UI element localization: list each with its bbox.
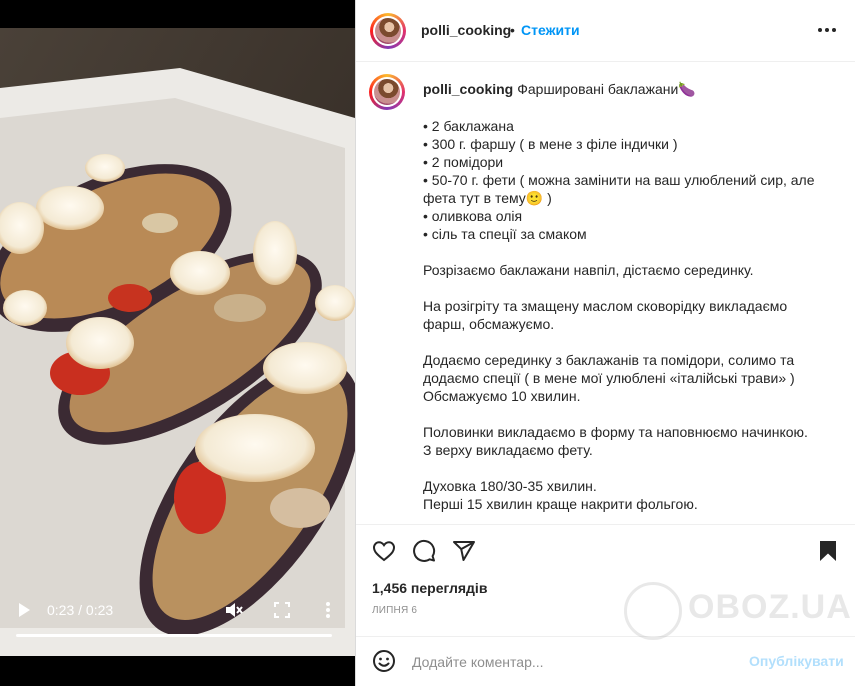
video-player[interactable]: 0:23 / 0:23	[0, 0, 355, 686]
caption-title: Фаршировані баклажани🍆	[517, 81, 696, 97]
comment-input[interactable]	[412, 649, 742, 675]
post-date[interactable]: ЛИПНЯ 6	[372, 605, 417, 616]
caption-line: • 50-70 г. фети ( можна замінити на ваш …	[423, 172, 815, 206]
caption-line: • 300 г. фаршу ( в мене з філе індички )	[423, 136, 678, 152]
caption-line: • сіль та спеції за смаком	[423, 226, 587, 242]
caption-line: На розігріту та змащену маслом сковорідк…	[423, 298, 788, 332]
video-more-icon[interactable]	[323, 601, 333, 619]
caption-line: Розрізаємо баклажани навпіл, дістаємо се…	[423, 262, 754, 278]
header-username[interactable]: polli_cooking	[421, 22, 511, 38]
avatar[interactable]	[370, 13, 406, 49]
publish-button[interactable]: Опублікувати	[749, 653, 844, 669]
caption-line: Перші 15 хвилин краще накрити фольгою.	[423, 496, 698, 512]
caption-avatar[interactable]	[369, 74, 405, 110]
watermark-text: OBOZ.UA	[688, 588, 852, 626]
comment-bar: Опублікувати	[356, 636, 855, 686]
heart-icon[interactable]	[372, 539, 396, 563]
caption-line: Обсмажуємо 10 хвилин.	[423, 388, 581, 404]
caption-line: • 2 баклажана	[423, 118, 514, 134]
caption-heading: polli_cooking Фаршировані баклажани🍆	[423, 81, 696, 98]
video-progress-bar[interactable]	[16, 634, 332, 637]
watermark: OBOZ.UA	[606, 578, 851, 640]
fullscreen-icon[interactable]	[274, 602, 290, 618]
play-icon[interactable]	[16, 602, 32, 618]
emoji-icon[interactable]	[372, 649, 396, 673]
video-frame	[0, 28, 355, 656]
caption-area: polli_cooking Фаршировані баклажани🍆 • 2 …	[356, 62, 855, 524]
post-header: polli_cooking • Стежити	[356, 0, 855, 62]
video-time: 0:23 / 0:23	[47, 602, 114, 618]
follow-button[interactable]: Стежити	[521, 22, 580, 38]
caption-line: Додаємо серединку з баклажанів та помідо…	[423, 352, 795, 386]
comment-icon[interactable]	[412, 539, 436, 563]
watermark-logo-icon	[624, 582, 682, 640]
caption-body: • 2 баклажана • 300 г. фаршу ( в мене з …	[423, 117, 828, 513]
more-options-icon[interactable]	[818, 24, 836, 38]
caption-line: З верху викладаємо фету.	[423, 442, 593, 458]
separator-dot: •	[510, 22, 515, 38]
caption-line: Половинки викладаємо в форму та наповнює…	[423, 424, 808, 440]
post-panel: polli_cooking • Стежити polli_cooking Фар…	[355, 0, 855, 686]
caption-line: • 2 помідори	[423, 154, 504, 170]
caption-line: Духовка 180/30-35 хвилин.	[423, 478, 597, 494]
view-count[interactable]: 1,456 переглядів	[372, 580, 487, 596]
share-icon[interactable]	[452, 539, 476, 563]
caption-line: • оливкова олія	[423, 208, 523, 224]
mute-icon[interactable]	[224, 601, 244, 619]
caption-username[interactable]: polli_cooking	[423, 81, 513, 97]
bookmark-icon[interactable]	[816, 539, 840, 563]
video-controls: 0:23 / 0:23	[0, 594, 355, 646]
